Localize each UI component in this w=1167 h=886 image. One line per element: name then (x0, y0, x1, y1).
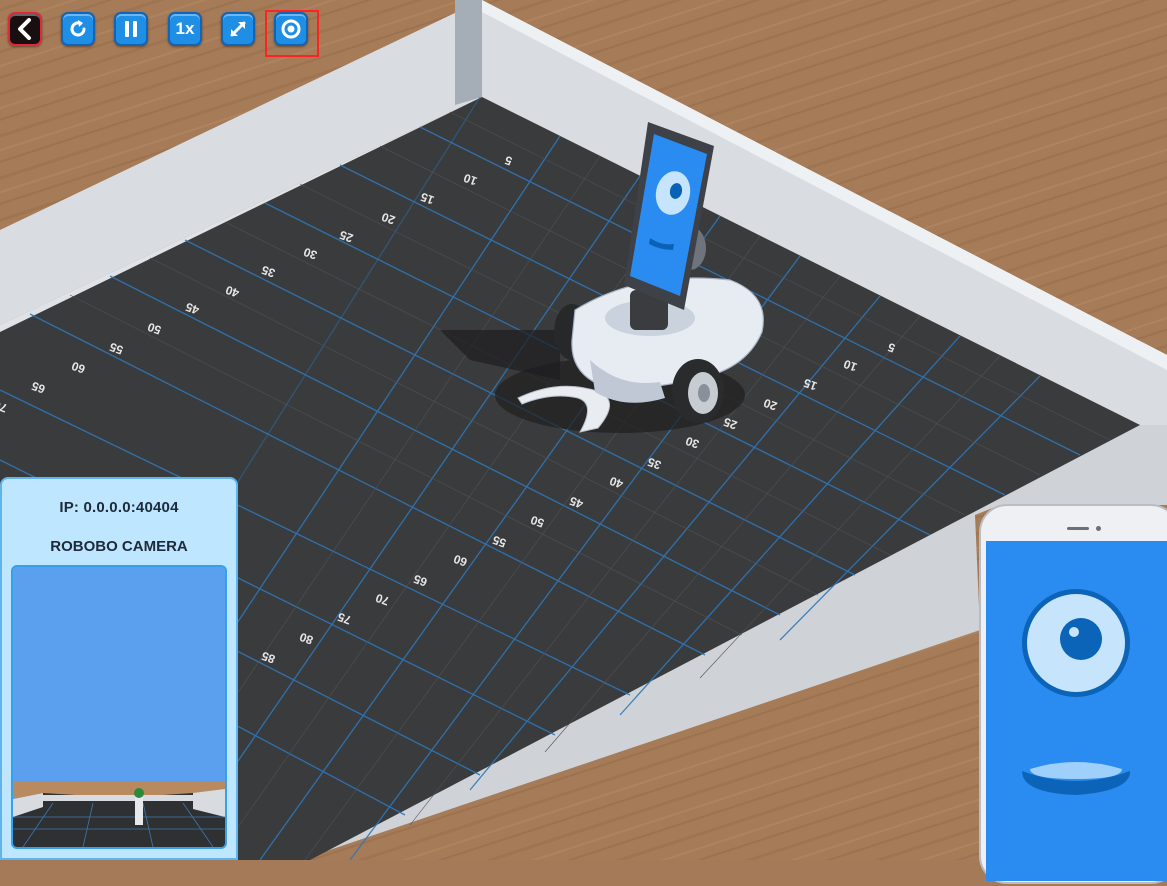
fullscreen-button[interactable] (221, 12, 255, 46)
record-icon (281, 19, 301, 39)
record-button[interactable] (274, 12, 308, 46)
arena-wall-side (455, 0, 482, 105)
phone-camera (1096, 526, 1101, 531)
camera-title: ROBOBO CAMERA (50, 538, 188, 555)
camera-panel: IP: 0.0.0.0:40404 ROBOBO CAMERA (0, 477, 238, 860)
pause-icon (125, 21, 137, 37)
speed-label: 1x (175, 19, 195, 38)
face-drawing (1022, 589, 1131, 795)
pause-button[interactable] (114, 12, 148, 46)
refresh-icon (70, 20, 86, 37)
speed-button[interactable]: 1x (168, 12, 202, 46)
expand-arrows-icon (230, 21, 246, 37)
phone-speaker (1067, 527, 1089, 530)
back-button[interactable] (8, 12, 42, 46)
chevron-left-icon (18, 18, 31, 40)
camera-feed (13, 567, 225, 847)
face-screen (986, 541, 1167, 881)
robobo-face-phone (979, 504, 1167, 884)
ip-address: IP: 0.0.0.0:40404 (59, 499, 179, 516)
reset-button[interactable] (61, 12, 95, 46)
camera-view (11, 565, 227, 849)
